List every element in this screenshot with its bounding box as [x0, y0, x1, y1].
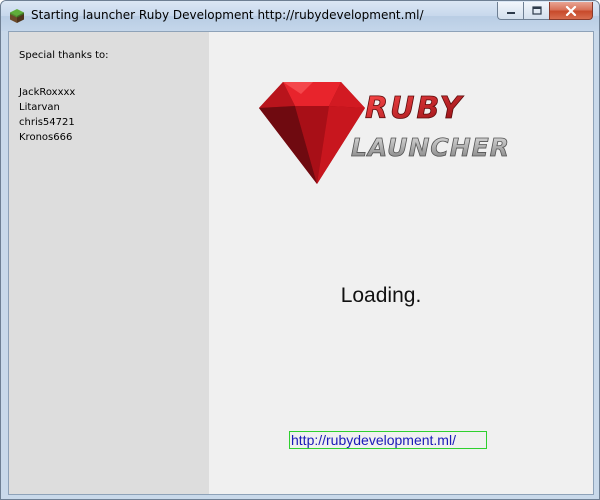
contributor-name: chris54721	[19, 117, 75, 128]
close-button[interactable]	[549, 2, 593, 20]
contributor-name: Kronos666	[19, 132, 73, 143]
logo-ruby-text: RUBY	[365, 91, 465, 126]
contributor-name: Litarvan	[19, 102, 60, 113]
ruby-gem-icon	[259, 82, 365, 184]
maximize-button[interactable]	[523, 2, 549, 20]
credits-sidebar: Special thanks to: JackRoxxxx Litarvan c…	[9, 32, 209, 494]
minimize-icon	[506, 11, 515, 14]
loading-status: Loading.	[340, 284, 422, 307]
contributor-name: JackRoxxxx	[19, 87, 76, 98]
website-link[interactable]: http://rubydevelopment.ml/	[289, 431, 487, 449]
close-icon	[565, 5, 577, 16]
ruby-launcher-logo: RUBY LAUNCHER	[259, 82, 510, 184]
logo-launcher-text: LAUNCHER	[351, 133, 510, 162]
thanks-heading: Special thanks to:	[19, 50, 109, 61]
contributors-list: JackRoxxxx Litarvan chris54721 Kronos666	[19, 85, 75, 145]
minimize-button[interactable]	[497, 2, 523, 20]
client-area: Special thanks to: JackRoxxxx Litarvan c…	[8, 31, 594, 495]
window-title: Starting launcher Ruby Development http:…	[31, 8, 424, 22]
launcher-window: Starting launcher Ruby Development http:…	[0, 0, 600, 500]
title-bar[interactable]: Starting launcher Ruby Development http:…	[1, 1, 599, 31]
caption-buttons	[497, 2, 593, 21]
grass-block-icon	[10, 9, 24, 23]
main-panel: RUBY LAUNCHER Loading. http://rubydevelo…	[209, 32, 593, 494]
maximize-icon	[531, 5, 542, 15]
